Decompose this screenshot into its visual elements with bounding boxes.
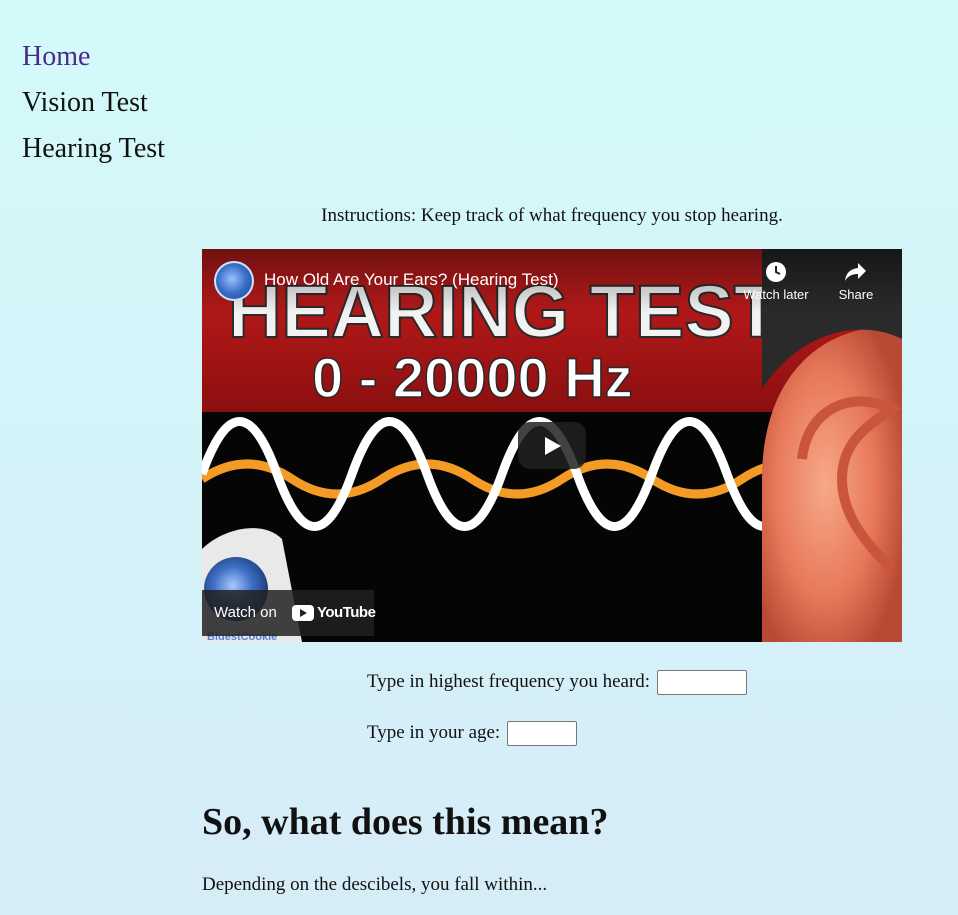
share-button[interactable]: Share [816,261,896,302]
frequency-label: Type in highest frequency you heard: [367,670,651,692]
share-label: Share [838,287,874,302]
youtube-logo-icon [292,605,314,621]
instructions-text: Instructions: Keep track of what frequen… [321,205,783,226]
nav-vision-test-link[interactable]: Vision Test [22,80,165,126]
age-input[interactable] [506,721,577,746]
section-description: Depending on the descibels, you fall wit… [202,874,548,895]
watch-on-youtube-button[interactable]: Watch on YouTube [202,590,376,636]
site-nav: Home Vision Test Hearing Test [22,34,165,172]
watch-later-button[interactable]: Watch later [736,261,816,302]
watch-later-label: Watch later [743,287,809,302]
youtube-wordmark: YouTube [317,604,376,621]
thumb-range-text: 0 - 20000 Hz [312,346,633,409]
age-label: Type in your age: [367,721,501,743]
section-heading: So, what does this mean? [202,801,609,843]
age-row: Type in your age: [367,721,577,746]
nav-hearing-test-link[interactable]: Hearing Test [22,126,165,172]
play-button[interactable] [518,422,586,469]
frequency-input[interactable] [656,670,747,695]
play-icon [545,437,561,455]
nav-home-link[interactable]: Home [22,34,165,80]
clock-icon [736,261,816,287]
watch-on-label: Watch on [214,604,277,621]
share-arrow-icon [816,261,896,287]
frequency-row: Type in highest frequency you heard: [367,670,747,695]
channel-avatar[interactable] [214,261,254,301]
youtube-video-embed[interactable]: HEARING TEST 0 - 20000 Hz BluestCookie H… [202,249,902,642]
video-title-link[interactable]: How Old Are Your Ears? (Hearing Test) [264,270,559,290]
